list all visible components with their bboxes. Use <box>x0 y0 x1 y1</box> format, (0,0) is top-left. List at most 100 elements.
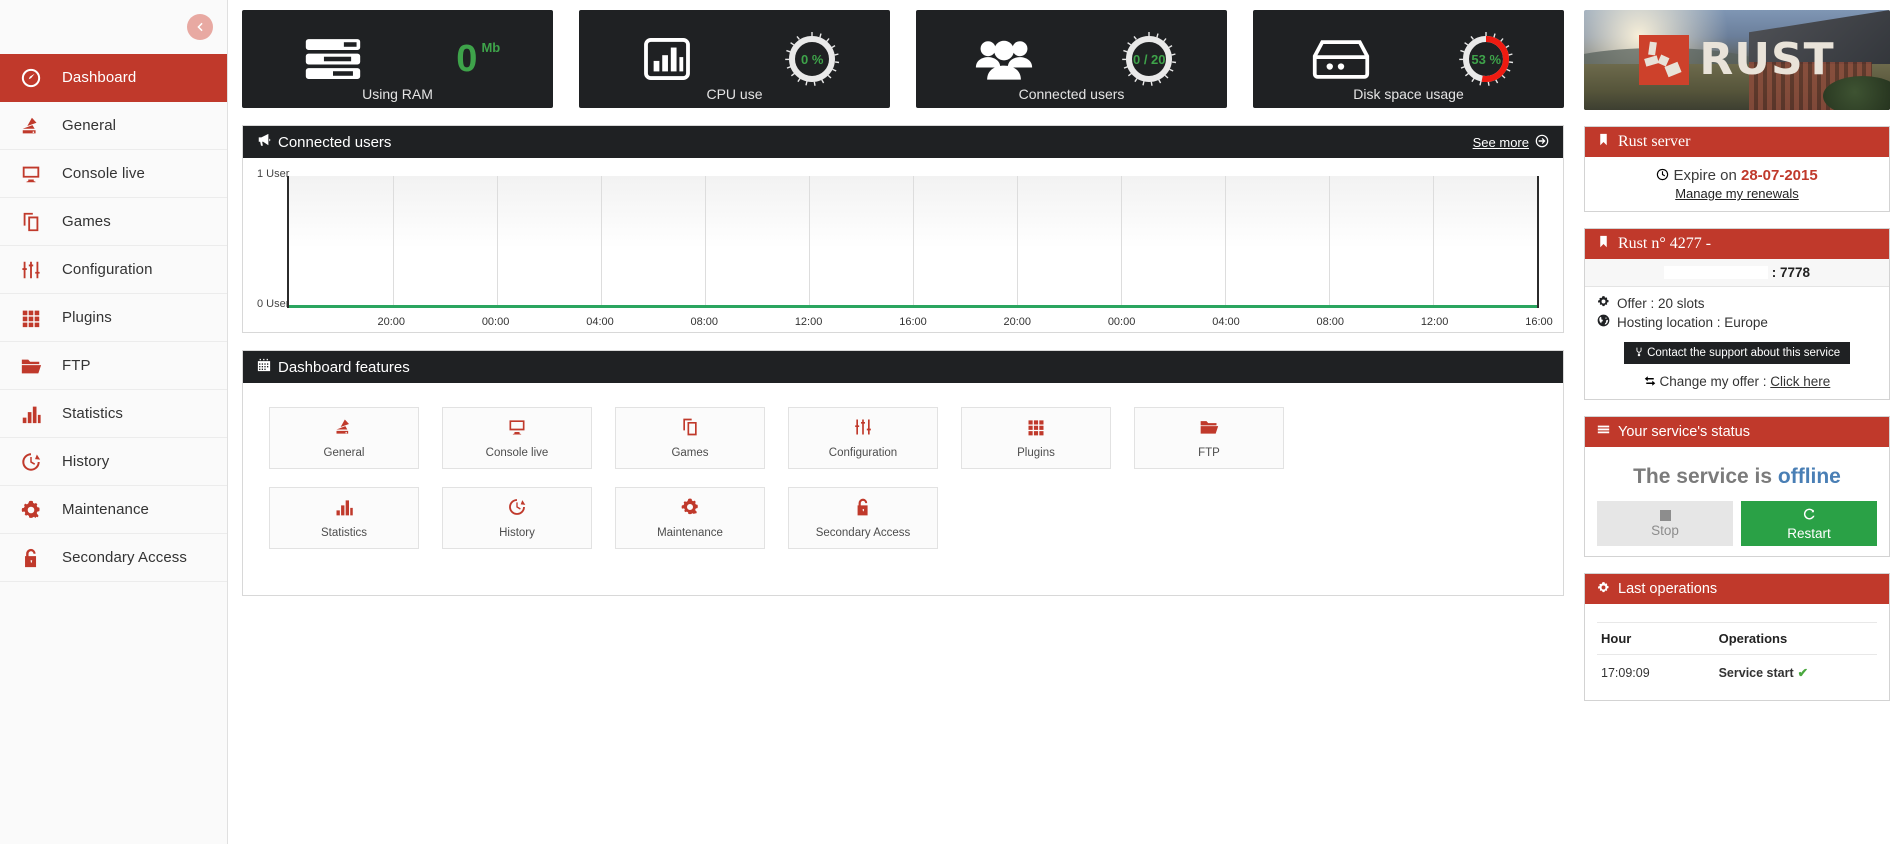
unlock-icon <box>0 547 62 569</box>
sidebar-item-console-live[interactable]: Console live <box>0 150 227 198</box>
location-line: Hosting location : Europe <box>1597 314 1877 330</box>
dashboard-features-panel: Dashboard features General Console live <box>242 350 1564 596</box>
chart-body: 1 User 0 User 20:00 00:00 04:00 08:00 12… <box>243 158 1563 332</box>
ram-readout: 0 Mb <box>456 40 500 78</box>
feature-tile-label: History <box>499 527 535 539</box>
feature-tile-plugins[interactable]: Plugins <box>961 407 1111 469</box>
panel-body: Expire on 28-07-2015 Manage my renewals <box>1585 157 1889 211</box>
feature-tile-configuration[interactable]: Configuration <box>788 407 938 469</box>
sidebar-item-history[interactable]: History <box>0 438 227 486</box>
sidebar-item-statistics[interactable]: Statistics <box>0 390 227 438</box>
stop-button[interactable]: Stop <box>1597 501 1733 546</box>
stat-card-cpu[interactable]: 0 % CPU use <box>579 10 890 108</box>
feature-tile-games[interactable]: Games <box>615 407 765 469</box>
feature-tile-history[interactable]: History <box>442 487 592 549</box>
feature-tile-label: Configuration <box>828 447 898 459</box>
see-more-button[interactable]: See more <box>1473 134 1549 151</box>
sidebar-item-general[interactable]: General <box>0 102 227 150</box>
server-address: : 7778 <box>1585 259 1889 287</box>
feature-tile-ftp[interactable]: FTP <box>1134 407 1284 469</box>
location-text: Hosting location : Europe <box>1617 314 1768 330</box>
megaphone-icon <box>257 133 271 151</box>
sidebar-item-plugins[interactable]: Plugins <box>0 294 227 342</box>
connected-users-panel: Connected users See more 1 User 0 User 2… <box>242 125 1564 333</box>
stat-label: Disk space usage <box>1353 86 1464 102</box>
x-tick: 20:00 <box>1003 316 1032 328</box>
stat-label: CPU use <box>706 86 763 102</box>
stat-card-disk[interactable]: 53 % Disk space usage <box>1253 10 1564 108</box>
service-status-text: The service is offline <box>1597 465 1877 489</box>
disk-gauge: 53 % <box>1458 31 1514 87</box>
arrow-left-circle-icon[interactable] <box>187 14 213 40</box>
grid-icon <box>1026 417 1046 442</box>
feature-tile-console-live[interactable]: Console live <box>442 407 592 469</box>
arrow-right-circle-icon <box>1535 134 1549 151</box>
panel-title: Connected users <box>278 133 392 151</box>
cell-operation: Service start ✔ <box>1715 655 1877 691</box>
ram-value: 0 <box>456 38 478 80</box>
copy-icon <box>680 417 700 442</box>
panel-title: Your service's status <box>1618 424 1750 440</box>
sidebar-item-ftp[interactable]: FTP <box>0 342 227 390</box>
sidebar-item-label: Games <box>62 213 111 230</box>
panel-title: Rust server <box>1618 133 1691 150</box>
feature-row: General Console live Games Configuration <box>269 407 1537 469</box>
rust-server-panel: Rust server Expire on 28-07-2015 Manage … <box>1584 126 1890 212</box>
panel-header: Dashboard features <box>243 351 1563 383</box>
change-offer-link[interactable]: Click here <box>1770 374 1830 389</box>
unlock-icon <box>853 497 873 522</box>
users-gauge: 0 / 20 <box>1121 31 1177 87</box>
panel-body: The service is offline Stop Restart <box>1585 447 1889 556</box>
ip-masked <box>1663 266 1768 279</box>
connected-users-chart[interactable]: 1 User 0 User 20:00 00:00 04:00 08:00 12… <box>251 166 1555 328</box>
feature-tile-label: FTP <box>1198 447 1220 459</box>
stat-card-ram[interactable]: 0 Mb Using RAM <box>242 10 553 108</box>
x-tick: 08:00 <box>1316 316 1345 328</box>
general-fan-icon <box>334 417 354 442</box>
stat-card-connected-users[interactable]: 0 / 20 Connected users <box>916 10 1227 108</box>
disk-value: 53 % <box>1471 51 1502 67</box>
manage-renewals-link[interactable]: Manage my renewals <box>1597 186 1877 201</box>
sidebar-item-games[interactable]: Games <box>0 198 227 246</box>
sidebar-item-label: Configuration <box>62 261 153 278</box>
restart-label: Restart <box>1787 525 1831 541</box>
restart-button[interactable]: Restart <box>1741 501 1877 546</box>
list-icon <box>1597 424 1610 441</box>
folder-open-icon <box>0 355 62 377</box>
offer-line: Offer : 20 slots <box>1597 295 1877 311</box>
feature-tile-statistics[interactable]: Statistics <box>269 487 419 549</box>
support-icon <box>1634 347 1647 359</box>
sidebar-item-maintenance[interactable]: Maintenance <box>0 486 227 534</box>
sidebar-item-label: General <box>62 117 117 134</box>
feature-tile-label: Games <box>671 447 709 459</box>
feature-tile-general[interactable]: General <box>269 407 419 469</box>
copy-icon <box>0 211 62 233</box>
sidebar-item-label: Console live <box>62 165 145 182</box>
sidebar-item-label: Dashboard <box>62 69 137 86</box>
sidebar-item-dashboard[interactable]: Dashboard <box>0 54 227 102</box>
x-tick: 04:00 <box>1212 316 1240 328</box>
expire-line: Expire on 28-07-2015 <box>1597 167 1877 184</box>
feature-tile-maintenance[interactable]: Maintenance <box>615 487 765 549</box>
sidebar-item-secondary-access[interactable]: Secondary Access <box>0 534 227 582</box>
x-tick: 16:00 <box>1525 316 1553 328</box>
bookmark-icon <box>1597 235 1610 253</box>
chart-plot-area <box>287 176 1539 308</box>
bar-chart-icon <box>334 497 354 522</box>
sliders-icon <box>0 259 62 281</box>
table-row: 17:09:09 Service start ✔ <box>1597 655 1877 691</box>
panel-body: Hour Operations 17:09:09 Service start ✔ <box>1585 604 1889 700</box>
x-tick: 08:00 <box>690 316 719 328</box>
bookmark-icon <box>1597 133 1610 151</box>
cell-hour: 17:09:09 <box>1601 665 1650 680</box>
see-more-label: See more <box>1472 134 1529 150</box>
hdd-icon <box>1303 38 1379 80</box>
stat-cards: 0 Mb Using RAM 0 % CPU use 0 / 20 Connec… <box>242 10 1564 108</box>
rust-logo-icon <box>1639 35 1690 85</box>
x-tick: 16:00 <box>899 316 927 328</box>
feature-tile-secondary-access[interactable]: Secondary Access <box>788 487 938 549</box>
contact-support-button[interactable]: Contact the support about this service <box>1623 342 1851 364</box>
game-title: RUST <box>1699 34 1835 85</box>
rust-logo: RUST <box>1584 10 1890 110</box>
sidebar-item-configuration[interactable]: Configuration <box>0 246 227 294</box>
